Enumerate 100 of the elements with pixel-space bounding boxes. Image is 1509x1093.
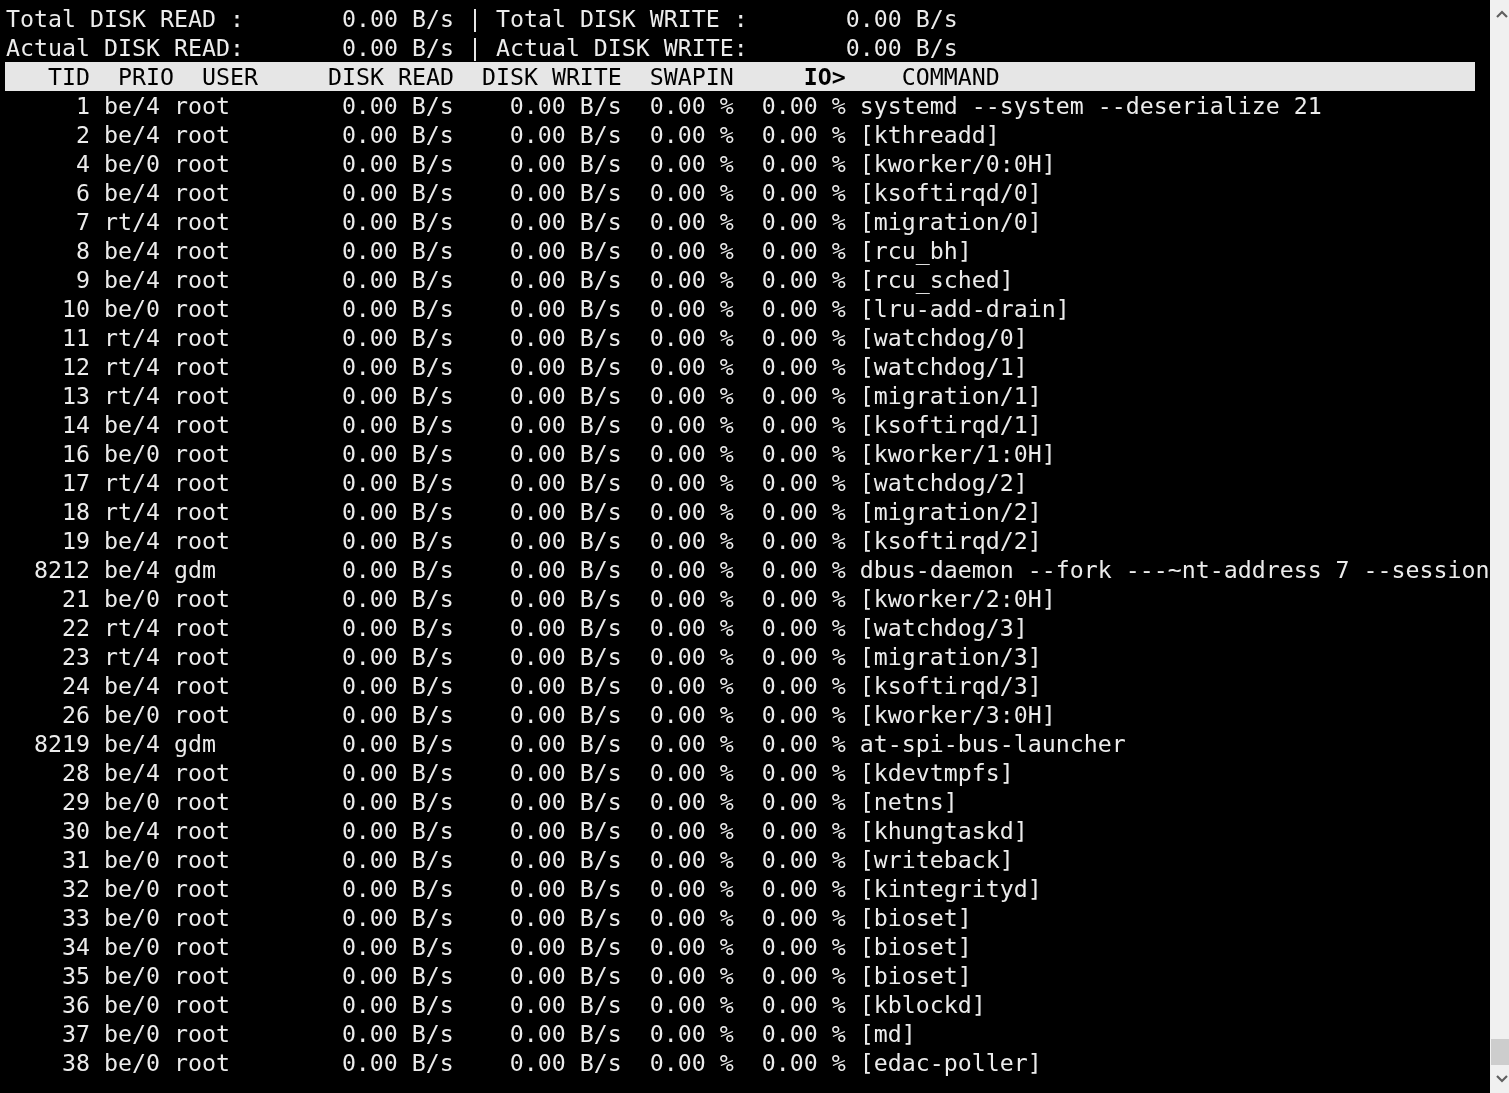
table-cell-text: 0.00 % (648, 526, 734, 555)
table-cell-text: 10 (61, 294, 90, 323)
table-cell-text: 0.00 B/s (508, 816, 622, 845)
table-cell-text: 0.00 B/s (340, 439, 454, 468)
table-cell-text: 0.00 % (760, 903, 846, 932)
table-cell-text: [migration/1] (859, 381, 1043, 410)
table-cell-text: 0.00 B/s (508, 729, 622, 758)
table-cell-text: 0.00 B/s (508, 323, 622, 352)
table-cell-text: root (173, 120, 231, 149)
table-cell: be/0 (103, 439, 160, 468)
table-cell-text: 0.00 B/s (340, 207, 454, 236)
table-cell-text: 0.00 % (760, 961, 846, 990)
table-cell-text: 7 (75, 207, 90, 236)
table-cell-text: [kworker/1:0H] (859, 439, 1057, 468)
summary-value: 0.00 B/s (844, 4, 958, 33)
table-cell-text: 0.00 % (760, 323, 846, 352)
summary-label: Actual DISK READ: (6, 33, 244, 62)
table-cell-text: 0.00 B/s (508, 845, 622, 874)
table-cell-text: 0.00 B/s (340, 729, 454, 758)
table-cell-text: 0.00 B/s (508, 555, 622, 584)
table-cell: be/4 (103, 671, 160, 700)
table-cell-text: 0.00 B/s (340, 468, 454, 497)
table-cell: be/4 (103, 555, 160, 584)
table-cell-text: 0.00 B/s (508, 758, 622, 787)
table-cell-text: [rcu_sched] (859, 265, 1015, 294)
table-cell: be/0 (103, 149, 160, 178)
table-cell-text: 0.00 % (760, 468, 846, 497)
table-cell: be/4 (103, 178, 160, 207)
table-cell-text: [netns] (859, 787, 959, 816)
column-header[interactable]: TID (6, 62, 90, 91)
table-cell-text: [kworker/0:0H] (859, 149, 1057, 178)
table-cell-text: [md] (859, 1019, 917, 1048)
table-cell-text: 0.00 % (648, 323, 734, 352)
table-cell-text: 0.00 B/s (508, 352, 622, 381)
table-cell-text: [bioset] (859, 932, 973, 961)
table-cell-text: 38 (61, 1048, 90, 1077)
table-cell-text: 0.00 % (760, 265, 846, 294)
table-cell-text: gdm (173, 555, 217, 584)
table-cell-text: 0.00 % (760, 729, 846, 758)
table-cell-text: 0.00 B/s (508, 91, 622, 120)
table-cell-text: 0.00 B/s (340, 236, 454, 265)
table-cell-text: at-spi-bus-launcher (859, 729, 1127, 758)
table-cell-text: 0.00 B/s (508, 207, 622, 236)
column-header[interactable]: SWAPIN (621, 62, 734, 91)
table-cell-text: root (173, 671, 231, 700)
table-cell-text: 0.00 % (760, 758, 846, 787)
table-cell-text: 0.00 B/s (340, 961, 454, 990)
table-cell-text: 0.00 % (760, 120, 846, 149)
table-cell-text: root (173, 207, 231, 236)
table-cell-text: [kblockd] (859, 990, 987, 1019)
column-header[interactable]: IO> (733, 62, 846, 91)
table-cell-text: root (173, 758, 231, 787)
table-cell-text: 0.00 B/s (340, 584, 454, 613)
table-cell-text: 0.00 % (648, 468, 734, 497)
table-cell-text: 0.00 % (648, 381, 734, 410)
table-cell: rt/4 (103, 468, 160, 497)
table-cell-text: 0.00 % (648, 265, 734, 294)
table-cell-text: 29 (61, 787, 90, 816)
table-cell-text: 0.00 % (760, 497, 846, 526)
table-cell-text: 0.00 B/s (340, 990, 454, 1019)
table-cell: rt/4 (103, 613, 160, 642)
table-cell-text: 17 (61, 468, 90, 497)
table-cell-text: 0.00 % (648, 671, 734, 700)
table-cell-text: [kworker/2:0H] (859, 584, 1057, 613)
table-cell-text: 19 (61, 526, 90, 555)
table-cell-text: 36 (61, 990, 90, 1019)
table-cell-text: [ksoftirqd/0] (859, 178, 1043, 207)
table-cell-text: 0.00 B/s (340, 903, 454, 932)
table-cell-text: [edac-poller] (859, 1048, 1043, 1077)
table-cell-text: 26 (61, 700, 90, 729)
table-cell-text: 0.00 B/s (340, 787, 454, 816)
table-cell-text: 0.00 B/s (340, 758, 454, 787)
table-cell-text: 0.00 B/s (508, 236, 622, 265)
table-cell-text: 0.00 % (648, 700, 734, 729)
table-cell-text: 18 (61, 497, 90, 526)
table-cell-text: 0.00 B/s (508, 497, 622, 526)
table-cell-text: 0.00 % (648, 236, 734, 265)
scrollbar[interactable] (1489, 0, 1509, 1093)
table-cell-text: [kdevtmpfs] (859, 758, 1015, 787)
column-header[interactable]: COMMAND (845, 62, 1000, 91)
table-cell-text: 0.00 % (760, 352, 846, 381)
scrollbar-thumb[interactable] (1490, 1039, 1509, 1065)
table-cell-text: 0.00 B/s (508, 613, 622, 642)
table-cell: rt/4 (103, 381, 160, 410)
column-header[interactable]: PRIO (90, 62, 174, 91)
table-cell-text: 0.00 % (648, 555, 734, 584)
table-cell: be/0 (103, 1019, 160, 1048)
column-header[interactable]: DISK WRITE (453, 62, 622, 91)
table-cell-text: 0.00 % (760, 613, 846, 642)
table-cell-text: 0.00 % (648, 874, 734, 903)
table-cell-text: root (173, 700, 231, 729)
table-cell-text: 0.00 % (648, 439, 734, 468)
table-cell-text: 2 (75, 120, 90, 149)
table-cell-text: 0.00 B/s (340, 120, 454, 149)
table-cell-text: root (173, 845, 231, 874)
table-cell-text: 0.00 B/s (340, 845, 454, 874)
table-cell-text: 0.00 % (648, 91, 734, 120)
column-header[interactable]: DISK READ (257, 62, 454, 91)
table-cell: dbus-daemon --fork ---~nt-address 7 --session (859, 555, 1490, 584)
column-header[interactable]: USER (173, 62, 258, 91)
